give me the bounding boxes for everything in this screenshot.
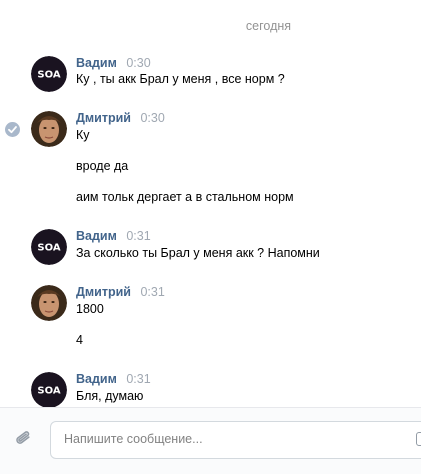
avatar[interactable]: SOA bbox=[31, 229, 67, 265]
message-header: Вадим 0:31 bbox=[76, 372, 151, 386]
checkmark-icon bbox=[5, 122, 20, 137]
message-time[interactable]: 0:31 bbox=[140, 285, 164, 299]
author-name[interactable]: Дмитрий bbox=[76, 111, 131, 125]
message-time[interactable]: 0:31 bbox=[126, 229, 150, 243]
message-time[interactable]: 0:31 bbox=[126, 372, 150, 386]
message-text: Ку , ты акк Брал у меня , все норм ? bbox=[76, 72, 285, 86]
date-separator: сегодня bbox=[245, 19, 292, 33]
message-text: За сколько ты Брал у меня акк ? Напомни bbox=[76, 246, 320, 260]
message-header: Дмитрий 0:31 bbox=[76, 285, 165, 299]
svg-text:SOA: SOA bbox=[37, 386, 60, 397]
paperclip-icon[interactable] bbox=[13, 428, 35, 450]
message-composer: Напишите сообщение... bbox=[0, 407, 421, 474]
message-text: Ку bbox=[76, 128, 90, 142]
svg-text:SOA: SOA bbox=[37, 243, 60, 254]
author-name[interactable]: Вадим bbox=[76, 56, 117, 70]
message-header: Вадим 0:30 bbox=[76, 56, 151, 70]
avatar[interactable] bbox=[31, 111, 67, 147]
avatar[interactable]: SOA bbox=[31, 372, 67, 407]
author-name[interactable]: Дмитрий bbox=[76, 285, 131, 299]
message-text: вроде да bbox=[76, 159, 129, 173]
message-text: аим тольк дергает а в стальном норм bbox=[76, 190, 294, 204]
message-text: 1800 bbox=[76, 302, 104, 316]
emoji-icon[interactable] bbox=[416, 432, 421, 446]
avatar[interactable]: SOA bbox=[31, 56, 67, 92]
message-text: 4 bbox=[76, 333, 83, 347]
message-history: сегодня SOA Вадим 0:30 Ку , ты акк Брал … bbox=[0, 0, 421, 407]
message-time[interactable]: 0:30 bbox=[140, 111, 164, 125]
message-input[interactable]: Напишите сообщение... bbox=[50, 421, 421, 459]
message-header: Вадим 0:31 bbox=[76, 229, 151, 243]
message-time[interactable]: 0:30 bbox=[126, 56, 150, 70]
author-name[interactable]: Вадим bbox=[76, 372, 117, 386]
avatar[interactable] bbox=[31, 285, 67, 321]
author-name[interactable]: Вадим bbox=[76, 229, 117, 243]
message-text: Бля, думаю bbox=[76, 389, 144, 403]
message-input-placeholder: Напишите сообщение... bbox=[64, 432, 203, 446]
svg-text:SOA: SOA bbox=[37, 70, 60, 81]
message-header: Дмитрий 0:30 bbox=[76, 111, 165, 125]
